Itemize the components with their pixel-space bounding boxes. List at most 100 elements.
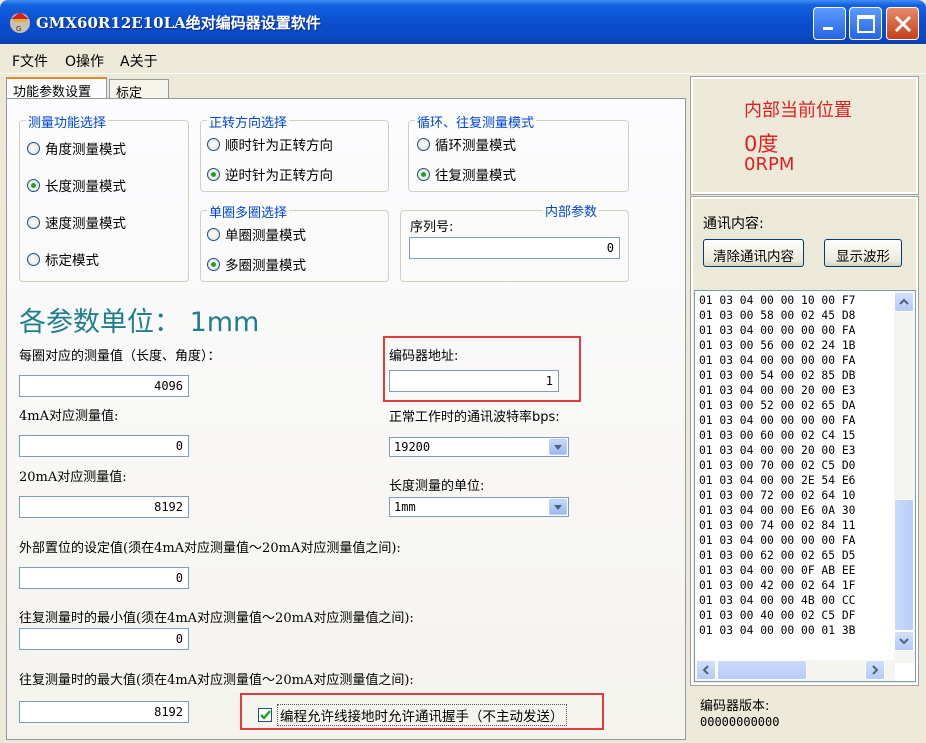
radio-circle: [207, 227, 220, 241]
comm-log-line: 01 03 04 00 00 10 00 F7: [699, 294, 856, 307]
comm-log-line: 01 03 04 00 00 4B 00 CC: [699, 594, 856, 607]
comm-log-line: 01 03 04 00 00 00 00 FA: [699, 324, 856, 337]
radio-circle: [27, 252, 40, 266]
radio-speed-mode[interactable]: 速度测量模式: [27, 212, 126, 232]
radio-single-turn[interactable]: 单圈测量模式: [207, 224, 306, 244]
comm-log-line: 01 03 04 00 00 0F AB EE: [699, 564, 856, 577]
encoder-address-field[interactable]: 1: [389, 370, 559, 392]
comm-log-line: 01 03 00 74 00 02 84 11: [699, 519, 856, 532]
close-button[interactable]: [886, 7, 919, 40]
radio-label: 角度测量模式: [45, 142, 126, 158]
4ma-field[interactable]: 0: [19, 435, 189, 457]
radio-circle: [27, 215, 40, 229]
baud-rate-value: 19200: [394, 440, 431, 454]
window-title: GMX60R12E10LA绝对编码器设置软件: [36, 14, 321, 32]
handshake-checkbox-row[interactable]: 编程允许线接地时允许通讯握手（不主动发送）: [258, 704, 567, 726]
comm-log-line: 01 03 00 52 00 02 65 DA: [699, 399, 856, 412]
external-set-label: 外部置位的设定值(须在4mA对应测量值～20mA对应测量值之间):: [19, 541, 401, 556]
position-title: 内部当前位置: [744, 100, 852, 121]
radio-circle-selected: [27, 178, 40, 192]
maximize-button[interactable]: [849, 7, 882, 40]
title-bar[interactable]: G GMX60R12E10LA绝对编码器设置软件: [0, 0, 926, 44]
radio-calibration-mode[interactable]: 标定模式: [27, 249, 99, 269]
radio-clockwise[interactable]: 顺时针为正转方向: [207, 134, 333, 154]
chevron-down-icon: [899, 638, 909, 645]
maximize-icon: [857, 15, 875, 33]
per-turn-label: 每圈对应的测量值（长度、角度）：: [19, 349, 221, 364]
tab-calibration[interactable]: 标定: [109, 79, 169, 101]
app-logo-icon: G: [10, 12, 30, 33]
horizontal-scrollbar[interactable]: [695, 660, 895, 681]
per-turn-field[interactable]: 4096: [19, 375, 189, 397]
external-set-field[interactable]: 0: [19, 567, 189, 589]
menu-bar: F文件 O操作 A关于: [0, 44, 926, 74]
comm-log-line: 01 03 00 62 00 02 65 D5: [699, 549, 856, 562]
minimize-button[interactable]: [813, 7, 846, 40]
menu-file[interactable]: F文件: [12, 51, 48, 71]
baud-rate-select[interactable]: 19200: [389, 437, 569, 457]
radio-label: 单圈测量模式: [225, 228, 306, 244]
max-value-field[interactable]: 8192: [19, 701, 189, 723]
cycle-mode-title: 循环、往复测量模式: [415, 112, 537, 131]
radio-label: 往复测量模式: [435, 168, 516, 184]
menu-operate[interactable]: O操作: [65, 51, 104, 71]
radio-label: 速度测量模式: [45, 216, 126, 232]
radio-label: 多圈测量模式: [225, 258, 306, 274]
20ma-field[interactable]: 8192: [19, 496, 189, 518]
comm-log-line: 01 03 04 00 00 20 00 E3: [699, 384, 856, 397]
scroll-up-button[interactable]: [894, 292, 914, 312]
scroll-left-button[interactable]: [696, 660, 716, 680]
show-waveform-button[interactable]: 显示波形: [824, 239, 902, 267]
radio-multi-turn[interactable]: 多圈测量模式: [207, 254, 306, 274]
radio-label: 循环测量模式: [435, 138, 516, 154]
radio-circle: [207, 137, 220, 151]
radio-angle-mode[interactable]: 角度测量模式: [27, 138, 126, 158]
serial-number-field[interactable]: 0: [409, 237, 620, 259]
comm-log-line: 01 03 04 00 00 20 00 E3: [699, 444, 856, 457]
20ma-label: 20mA对应测量值:: [19, 470, 127, 485]
menu-about[interactable]: A关于: [120, 51, 158, 71]
chevron-down-icon[interactable]: [549, 499, 567, 515]
vertical-scrollbar[interactable]: [894, 291, 915, 663]
min-value-field[interactable]: 0: [19, 628, 189, 650]
internal-params-title: 内部参数: [543, 201, 600, 220]
svg-text:G: G: [16, 25, 21, 33]
handshake-checkbox[interactable]: [258, 708, 272, 722]
baud-rate-label: 正常工作时的通讯波特率bps:: [389, 410, 560, 425]
comm-log-lines: 01 03 04 00 00 10 00 F7 01 03 00 58 00 02…: [699, 293, 855, 638]
comm-log[interactable]: 01 03 04 00 00 10 00 F7 01 03 00 58 00 02…: [694, 290, 916, 682]
length-unit-label: 长度测量的单位:: [389, 479, 485, 494]
encoder-address-label: 编码器地址:: [389, 349, 459, 364]
comm-log-line: 01 03 04 00 00 00 00 FA: [699, 414, 856, 427]
length-unit-select[interactable]: 1mm: [389, 497, 569, 517]
comm-log-line: 01 03 04 00 00 E6 0A 30: [699, 504, 856, 517]
comm-log-line: 01 03 04 00 00 00 01 3B: [699, 624, 856, 637]
measure-function-title: 测量功能选择: [26, 112, 109, 131]
4ma-label: 4mA对应测量值:: [19, 409, 119, 424]
comm-title: 通讯内容:: [703, 216, 764, 232]
scroll-down-button[interactable]: [894, 631, 914, 651]
radio-circle: [417, 137, 430, 151]
radio-counterclockwise[interactable]: 逆时针为正转方向: [207, 164, 333, 184]
vertical-scroll-thumb[interactable]: [894, 499, 914, 631]
radio-cycle-mode[interactable]: 循环测量模式: [417, 134, 516, 154]
comm-log-line: 01 03 00 54 00 02 85 DB: [699, 369, 856, 382]
radio-length-mode[interactable]: 长度测量模式: [27, 175, 126, 195]
radio-circle-selected: [207, 257, 220, 271]
radio-label: 顺时针为正转方向: [225, 138, 333, 154]
clear-comm-button[interactable]: 清除通讯内容: [703, 239, 804, 267]
chevron-down-icon[interactable]: [549, 439, 567, 455]
radio-circle: [27, 141, 40, 155]
comm-log-line: 01 03 00 56 00 02 24 1B: [699, 339, 856, 352]
radio-label: 标定模式: [45, 253, 99, 269]
horizontal-scroll-thumb[interactable]: [717, 660, 807, 680]
comm-log-line: 01 03 04 00 00 2E 54 E6: [699, 474, 856, 487]
scroll-right-button[interactable]: [865, 660, 885, 680]
chevron-up-icon: [899, 298, 909, 305]
tab-function-params[interactable]: 功能参数设置: [6, 77, 107, 100]
radio-reciprocate-mode[interactable]: 往复测量模式: [417, 164, 516, 184]
radio-circle-selected: [207, 167, 220, 181]
max-value-label: 往复测量时的最大值(须在4mA对应测量值～20mA对应测量值之间):: [19, 673, 414, 688]
minimize-icon: [823, 27, 833, 30]
comm-log-line: 01 03 00 42 00 02 64 1F: [699, 579, 856, 592]
